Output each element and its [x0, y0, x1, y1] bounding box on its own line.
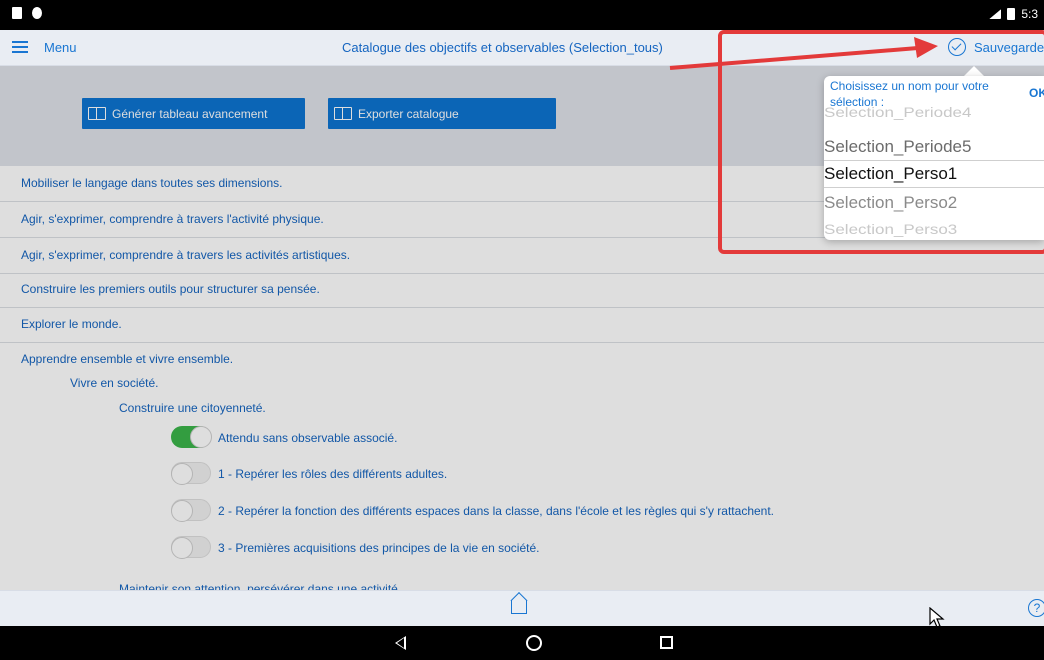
- android-nav-bar: [0, 626, 1044, 660]
- next-objective-label[interactable]: Maintenir son attention, persévérer dans…: [119, 582, 398, 590]
- observable-toggle[interactable]: [171, 536, 211, 559]
- status-bar: 5:3: [0, 0, 1044, 30]
- popover-arrow: [964, 66, 984, 76]
- hamburger-icon[interactable]: [12, 41, 28, 53]
- picker-option-selected[interactable]: Selection_Perso1: [824, 164, 957, 184]
- toggle-knob: [171, 537, 193, 559]
- observable-label: 2 - Repérer la fonction des différents e…: [218, 504, 775, 518]
- recents-icon[interactable]: [660, 636, 673, 649]
- page-title: Catalogue des objectifs et observables (…: [342, 40, 663, 55]
- ok-button[interactable]: OK: [1029, 86, 1044, 100]
- export-catalogue-button[interactable]: Exporter catalogue: [328, 98, 556, 129]
- picker-option[interactable]: Selection_Periode5: [824, 137, 971, 157]
- help-icon[interactable]: ?: [1028, 599, 1044, 617]
- menu-button[interactable]: Menu: [44, 40, 77, 55]
- category-row[interactable]: Explorer le monde.: [0, 307, 1044, 343]
- category-label: Agir, s'exprimer, comprendre à travers l…: [21, 248, 351, 262]
- status-right: 5:3: [989, 7, 1038, 21]
- observable-toggle[interactable]: [171, 426, 212, 448]
- category-label: Construire les premiers outils pour stru…: [21, 282, 320, 296]
- selection-name-popover: Choisissez un nom pour votre sélection :…: [824, 76, 1044, 240]
- home-circle-icon[interactable]: [526, 635, 542, 651]
- observable-label: 1 - Repérer les rôles des différents adu…: [218, 467, 448, 481]
- bottom-bar: ?: [0, 590, 1044, 628]
- objective-label[interactable]: Construire une citoyenneté.: [119, 401, 266, 415]
- observable-toggle[interactable]: [171, 499, 211, 522]
- toggle-knob: [190, 426, 212, 448]
- book-icon: [88, 107, 106, 120]
- category-label: Agir, s'exprimer, comprendre à travers l…: [21, 212, 324, 226]
- toggle-knob: [171, 463, 193, 485]
- export-catalogue-label: Exporter catalogue: [358, 106, 459, 121]
- selection-picker[interactable]: Selection_Periode4 Selection_Periode5 Se…: [824, 105, 1044, 240]
- check-circle-icon[interactable]: [948, 38, 966, 56]
- picker-option[interactable]: Selection_Perso2: [824, 193, 957, 213]
- status-time: 5:3: [1021, 7, 1038, 21]
- observable-label: 3 - Premières acquisitions des principes…: [218, 541, 540, 555]
- category-label: Mobiliser le langage dans toutes ses dim…: [21, 176, 283, 190]
- battery-icon: [1007, 8, 1016, 20]
- category-row[interactable]: Agir, s'exprimer, comprendre à travers l…: [0, 238, 1044, 274]
- book-icon: [334, 107, 352, 120]
- picker-option[interactable]: Selection_Periode4: [824, 105, 971, 121]
- signal-icon: [989, 9, 1002, 19]
- app-header: Menu Catalogue des objectifs et observab…: [0, 30, 1044, 66]
- android-icon: [32, 7, 42, 19]
- back-icon[interactable]: [395, 636, 406, 650]
- category-label: Explorer le monde.: [21, 317, 122, 331]
- generate-progress-button[interactable]: Générer tableau avancement: [82, 98, 305, 129]
- toggle-knob: [171, 500, 193, 522]
- expanded-category-label[interactable]: Apprendre ensemble et vivre ensemble.: [21, 352, 233, 366]
- category-row[interactable]: Construire les premiers outils pour stru…: [0, 272, 1044, 308]
- picker-option[interactable]: Selection_Perso3: [824, 222, 957, 238]
- observable-label: Attendu sans observable associé.: [218, 431, 398, 445]
- subcategory-label[interactable]: Vivre en société.: [70, 376, 159, 390]
- generate-progress-label: Générer tableau avancement: [112, 106, 268, 121]
- home-icon[interactable]: [511, 600, 527, 614]
- save-button[interactable]: Sauvegarde: [974, 40, 1044, 55]
- status-left: [12, 7, 42, 19]
- notification-icon: [12, 7, 22, 19]
- observable-toggle[interactable]: [171, 462, 211, 485]
